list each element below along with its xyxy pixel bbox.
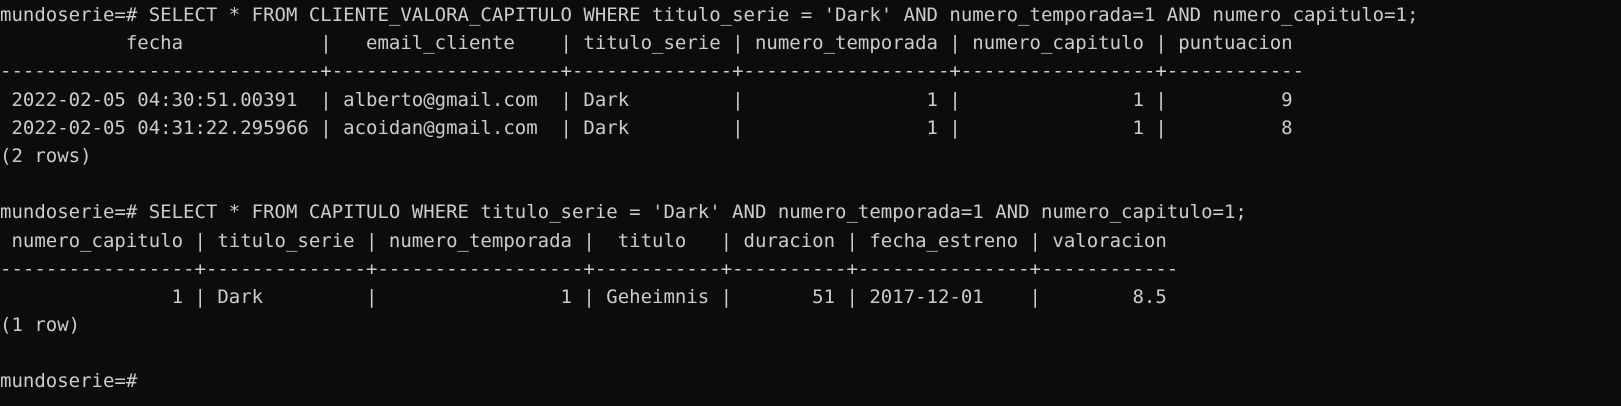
command-line-1: mundoserie=# SELECT * FROM CLIENTE_VALOR… (0, 4, 1419, 26)
result-2-row-count: (1 row) (0, 314, 81, 337)
result-2-header: numero_capitulo | titulo_serie | numero_… (0, 229, 1167, 252)
result-1-row-count: (2 rows) (0, 144, 92, 167)
result-1-header: fecha | email_cliente | titulo_serie | n… (0, 32, 1293, 55)
result-2-row-1: 1 | Dark | 1 | Geheimnis | 51 | 2017-12-… (0, 285, 1167, 308)
current-prompt-line[interactable]: mundoserie=# (0, 367, 1621, 395)
command-line-2: mundoserie=# SELECT * FROM CAPITULO WHER… (0, 201, 1247, 224)
command-input[interactable] (137, 367, 151, 393)
prompt: mundoserie=# (0, 370, 138, 393)
result-1-separator: ----------------------------+-----------… (0, 60, 1305, 83)
result-1-row-2: 2022-02-05 04:31:22.295966 | acoidan@gma… (0, 116, 1293, 139)
terminal-window[interactable]: mundoserie=# SELECT * FROM CLIENTE_VALOR… (0, 0, 1621, 406)
result-1-row-1: 2022-02-05 04:30:51.00391 | alberto@gmai… (0, 88, 1293, 111)
result-2-separator: -----------------+--------------+-------… (0, 257, 1179, 280)
